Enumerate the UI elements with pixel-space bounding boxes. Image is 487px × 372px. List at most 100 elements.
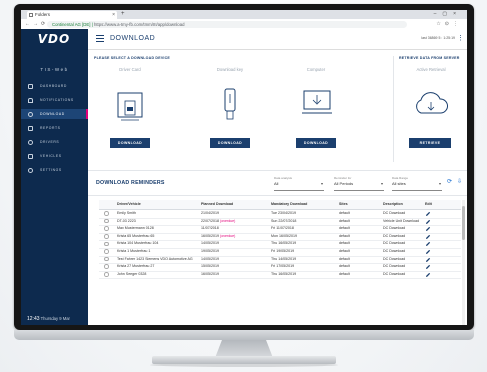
url-path: https://www.a-tmy-fb.com/tmm/III/app/dow… (93, 21, 185, 27)
pencil-icon[interactable] (425, 272, 431, 278)
clock-date: Thursday 9 Mar (40, 316, 70, 321)
app-header: DOWNLOAD last 36869 5 : 1:25:19 ⋮ (88, 29, 467, 50)
report-icon (28, 125, 33, 131)
row-select-radio[interactable] (104, 218, 109, 224)
row-select-radio[interactable] (104, 211, 109, 216)
refresh-icon[interactable]: ⟳ (447, 178, 452, 185)
row-select-radio[interactable] (104, 249, 109, 254)
column-header: Planned Download (201, 202, 234, 206)
page-title: DOWNLOAD (110, 35, 156, 42)
filter-label: Data analysis (274, 176, 293, 180)
browser-tab-bar: Folders × + –▢× (21, 10, 467, 19)
reminders-toolbar: DOWNLOAD REMINDERS Data analysis All ▾ R… (88, 170, 467, 196)
row-planned: 11/07/2018 (201, 226, 219, 231)
reminders-title: DOWNLOAD REMINDERS (96, 180, 165, 186)
row-description: DC Download (383, 241, 406, 246)
cloud-download-icon (416, 92, 448, 114)
nav-buttons[interactable]: ←→⟳ (25, 19, 48, 29)
browser-menu-icons[interactable]: ☆⊙⋮ (436, 19, 462, 29)
download-icon[interactable]: ⇩ (457, 178, 462, 185)
row-mandatory: Thu 14/05/2019 (271, 256, 297, 261)
download-key-icon (224, 88, 236, 120)
new-tab-icon[interactable]: + (121, 10, 125, 19)
row-planned: 21/04/2019 (201, 211, 219, 215)
download-key-download-button[interactable]: DOWNLOAD (210, 138, 250, 148)
computer-label: Computer (306, 67, 326, 72)
sidebar-item-vehicles[interactable]: VEHICLES (21, 151, 88, 161)
pencil-icon[interactable] (425, 211, 431, 217)
pencil-icon[interactable] (425, 241, 431, 247)
sidebar-item-notifications[interactable]: NOTIFICATIONS (21, 95, 88, 105)
row-name: Max Mustermann 0128 (117, 226, 154, 231)
pencil-icon[interactable] (425, 257, 431, 263)
window-controls[interactable]: –▢× (434, 10, 462, 19)
pencil-icon[interactable] (425, 264, 431, 270)
computer-download-button[interactable]: DOWNLOAD (296, 138, 336, 148)
reminder-for-filter[interactable]: Reminder for All Periods ▾ (334, 176, 384, 191)
row-description: DC Download (383, 249, 406, 253)
row-select-radio[interactable] (104, 272, 109, 277)
user-icon (28, 111, 33, 117)
row-name: Krista 104 Musterfrau 104 (117, 241, 159, 246)
row-select-radio[interactable] (104, 234, 109, 239)
pencil-icon[interactable] (425, 249, 431, 255)
row-site: default (339, 233, 350, 238)
row-planned: 14/05/2019 (201, 256, 219, 261)
row-planned: 16/05/2019 (201, 271, 219, 276)
active-retrieval-label: Active Retrieval (416, 67, 446, 72)
data-analysis-filter[interactable]: Data analysis All ▾ (274, 176, 324, 191)
hamburger-menu-icon[interactable] (96, 35, 104, 42)
retrieve-button[interactable]: RETRIEVE (409, 138, 451, 148)
row-name: Emily Smith (117, 211, 136, 215)
clock-time: 12:43 (27, 316, 40, 322)
url-field[interactable]: Continental AG [DE] | https://www.a-tmy-… (47, 20, 407, 28)
sidebar-item-label: SETTINGS (40, 168, 62, 172)
table-scrollbar[interactable] (462, 200, 465, 325)
row-description: DC Download (383, 271, 406, 276)
sidebar-title: TIS-Web (40, 67, 69, 72)
column-header: Edit (425, 202, 432, 206)
row-select-radio[interactable] (104, 264, 109, 270)
row-description: DC Download (383, 211, 406, 215)
sidebar-item-reports[interactable]: REPORTS (21, 123, 88, 133)
row-site: default (339, 256, 350, 261)
column-header: Description (383, 202, 403, 206)
row-mandatory: Thu 16/05/2019 (271, 241, 297, 246)
close-icon[interactable]: × (112, 11, 115, 19)
download-device-panel: PLEASE SELECT A DOWNLOAD DEVICE Driver C… (88, 53, 393, 163)
download-panel-title: PLEASE SELECT A DOWNLOAD DEVICE (94, 56, 171, 60)
sidebar-item-drivers[interactable]: DRIVERS (21, 137, 88, 147)
row-name: John Seeger 0328 (117, 271, 147, 276)
sidebar-item-dashboard[interactable]: DASHBOARD (21, 81, 88, 91)
driver-card-download-button[interactable]: DOWNLOAD (110, 138, 150, 148)
pencil-icon[interactable] (425, 219, 431, 225)
filter-value: All sites (392, 181, 406, 186)
browser-tab[interactable]: Folders × (27, 11, 117, 19)
filter-value: All Periods (334, 181, 354, 186)
filter-value: All (274, 181, 279, 186)
row-site: default (339, 211, 350, 215)
sidebar-item-settings[interactable]: SETTINGS (21, 165, 88, 175)
screen: Folders × + –▢× ←→⟳ Continental AG [DE] … (21, 10, 467, 325)
table-row[interactable]: John Seeger 0328 16/05/2019 Thu 16/05/20… (99, 271, 461, 280)
more-vertical-icon[interactable]: ⋮ (457, 32, 464, 46)
clock: 12:43 Thursday 9 Mar (27, 316, 70, 322)
scrollbar-thumb[interactable] (462, 206, 465, 240)
row-mandatory: Fri 19/05/2019 (271, 249, 295, 253)
row-site: default (339, 218, 350, 223)
dashboard-icon (28, 83, 33, 89)
row-select-radio[interactable] (104, 241, 109, 247)
data-range-filter[interactable]: Data Range All sites ▾ (392, 176, 442, 191)
sidebar-item-label: VEHICLES (40, 154, 62, 158)
sidebar-item-label: NOTIFICATIONS (40, 98, 74, 102)
pencil-icon[interactable] (425, 234, 431, 240)
sidebar-item-label: DOWNLOAD (40, 112, 65, 116)
sidebar-item-download[interactable]: DOWNLOAD (21, 109, 88, 119)
row-select-radio[interactable] (104, 256, 109, 262)
row-name: DT-03 2223 (117, 218, 136, 223)
row-select-radio[interactable] (104, 226, 109, 232)
row-mandatory: Fri 11/07/2018 (271, 226, 294, 231)
row-planned: 14/05/2019 (201, 241, 219, 246)
pencil-icon[interactable] (425, 226, 431, 232)
filter-label: Data Range (392, 176, 409, 180)
